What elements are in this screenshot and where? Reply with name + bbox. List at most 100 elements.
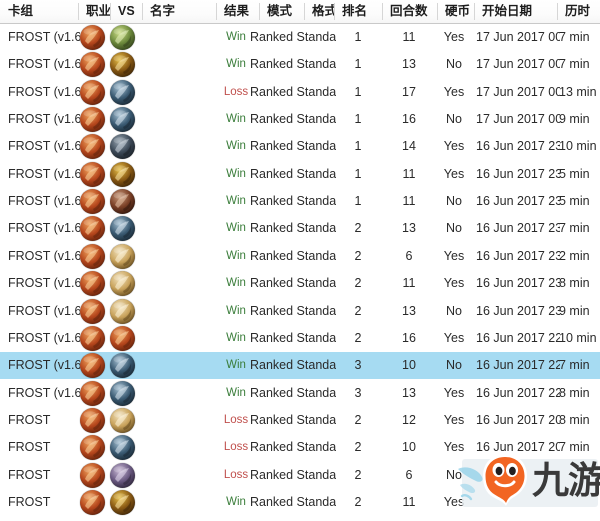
cell-rank: 1 bbox=[354, 112, 362, 127]
column-header-dur[interactable]: 历时 bbox=[557, 0, 600, 23]
cell-turns: 10 bbox=[402, 358, 416, 373]
column-divider[interactable] bbox=[78, 3, 79, 20]
table-row[interactable]: FROSTLossRanked Standard210Yes16 Jun 201… bbox=[0, 434, 600, 461]
cell-mode: Ranked Standard bbox=[250, 358, 336, 373]
cell-duration: 5 min bbox=[559, 194, 590, 209]
cell-duration: 7 min bbox=[559, 57, 590, 72]
cell-duration: 7 min bbox=[559, 440, 590, 455]
column-header-rank[interactable]: 排名 bbox=[334, 0, 382, 23]
cell-duration: 8 min bbox=[559, 412, 590, 427]
column-header-class[interactable]: 职业 bbox=[78, 0, 110, 23]
table-row[interactable]: FROST (v1.6)WinRanked Standard113No17 Ju… bbox=[0, 51, 600, 78]
player-class-icon bbox=[80, 407, 105, 433]
column-header-format[interactable]: 格式 bbox=[304, 0, 334, 23]
cell-deck: FROST (v1.6) bbox=[8, 221, 80, 236]
cell-date: 16 Jun 2017 23:50 bbox=[476, 139, 560, 154]
column-header-mode[interactable]: 模式 bbox=[259, 0, 304, 23]
cell-deck: FROST bbox=[8, 440, 51, 455]
table-row[interactable]: FROST (v1.6)WinRanked Standard111Yes16 J… bbox=[0, 161, 600, 188]
table-row[interactable]: FROST (v1.6)WinRanked Standard114Yes16 J… bbox=[0, 133, 600, 160]
column-divider[interactable] bbox=[259, 3, 260, 20]
opponent-class-icon bbox=[110, 353, 135, 379]
cell-rank: 2 bbox=[354, 412, 362, 427]
table-row[interactable]: FROST (v1.6)WinRanked Standard213No16 Ju… bbox=[0, 298, 600, 325]
cell-coin: Yes bbox=[443, 248, 465, 263]
table-body[interactable]: FROST (v1.6)WinRanked Standard111Yes17 J… bbox=[0, 24, 600, 521]
cell-date: 16 Jun 2017 22:48 bbox=[476, 358, 560, 373]
column-header-turns[interactable]: 回合数 bbox=[382, 0, 437, 23]
column-divider[interactable] bbox=[216, 3, 217, 20]
cell-rank: 2 bbox=[354, 303, 362, 318]
cell-duration: 5 min bbox=[559, 166, 590, 181]
cell-coin: No bbox=[446, 358, 462, 373]
table-row[interactable]: FROST (v1.6)WinRanked Standard111Yes17 J… bbox=[0, 24, 600, 51]
table-row[interactable]: FROST (v1.6)WinRanked Standard211Yes16 J… bbox=[0, 270, 600, 297]
table-row[interactable]: FROSTLossRanked Standard212Yes16 Jun 201… bbox=[0, 407, 600, 434]
opponent-class-icon bbox=[110, 107, 135, 133]
cell-rank: 2 bbox=[354, 248, 362, 263]
cell-rank: 1 bbox=[354, 84, 362, 99]
column-divider[interactable] bbox=[304, 3, 305, 20]
cell-mode: Ranked Standard bbox=[250, 30, 336, 44]
table-row[interactable]: FROST (v1.6)WinRanked Standard213No16 Ju… bbox=[0, 215, 600, 242]
cell-coin: Yes bbox=[443, 330, 465, 345]
opponent-class-icon bbox=[110, 407, 135, 433]
column-divider[interactable] bbox=[382, 3, 383, 20]
column-header-deck[interactable]: 卡组 bbox=[0, 0, 78, 23]
player-class-icon bbox=[80, 25, 105, 50]
opponent-class-icon bbox=[110, 25, 135, 50]
column-divider[interactable] bbox=[142, 3, 143, 20]
cell-deck: FROST (v1.6) bbox=[8, 194, 80, 209]
cell-mode: Ranked Standard bbox=[250, 139, 336, 154]
cell-turns: 11 bbox=[402, 276, 416, 291]
opponent-class-icon bbox=[110, 271, 135, 297]
cell-date: 16 Jun 2017 23:07 bbox=[476, 303, 560, 318]
table-row[interactable]: FROST (v1.6)WinRanked Standard116No17 Ju… bbox=[0, 106, 600, 133]
cell-turns: 13 bbox=[402, 385, 416, 400]
cell-rank: 3 bbox=[354, 358, 362, 373]
cell-mode: Ranked Standard bbox=[250, 57, 336, 72]
column-header-vs[interactable]: VS bbox=[110, 0, 142, 23]
cell-mode: Ranked Standard bbox=[250, 494, 336, 509]
table-row[interactable]: FROST (v1.6)WinRanked Standard111No16 Ju… bbox=[0, 188, 600, 215]
table-row[interactable]: FROSTLossRanked Standard26No bbox=[0, 462, 600, 489]
column-header-name[interactable]: 名字 bbox=[142, 0, 216, 23]
column-divider[interactable] bbox=[334, 3, 335, 20]
column-header-coin[interactable]: 硬币 bbox=[437, 0, 474, 23]
cell-rank: 1 bbox=[354, 57, 362, 72]
opponent-class-icon bbox=[110, 380, 135, 406]
cell-coin: No bbox=[446, 221, 462, 236]
cell-rank: 2 bbox=[354, 330, 362, 345]
opponent-class-icon bbox=[110, 52, 135, 78]
table-row[interactable]: FROSTWinRanked Standard211Yes bbox=[0, 489, 600, 516]
cell-rank: 2 bbox=[354, 467, 362, 482]
cell-mode: Ranked Standard bbox=[250, 276, 336, 291]
cell-turns: 13 bbox=[402, 57, 416, 72]
column-divider[interactable] bbox=[474, 3, 475, 20]
table-row[interactable]: FROST (v1.6)LossRanked Standard117Yes17 … bbox=[0, 79, 600, 106]
player-class-icon bbox=[80, 271, 105, 297]
player-class-icon bbox=[80, 298, 105, 324]
column-header-result[interactable]: 结果 bbox=[216, 0, 259, 23]
opponent-class-icon bbox=[110, 79, 135, 105]
cell-turns: 13 bbox=[402, 221, 416, 236]
cell-rank: 1 bbox=[354, 139, 362, 154]
cell-coin: Yes bbox=[443, 30, 465, 44]
cell-date: 17 Jun 2017 00:01 bbox=[476, 112, 560, 127]
column-divider[interactable] bbox=[437, 3, 438, 20]
cell-duration: 2 min bbox=[559, 248, 590, 263]
cell-duration: 7 min bbox=[559, 30, 590, 44]
column-header-date[interactable]: 开始日期 bbox=[474, 0, 557, 23]
table-row[interactable]: FROST (v1.6)WinRanked Standard216Yes16 J… bbox=[0, 325, 600, 352]
cell-rank: 2 bbox=[354, 494, 362, 509]
cell-coin: Yes bbox=[443, 494, 465, 509]
table-row[interactable]: FROST (v1.6)WinRanked Standard26Yes16 Ju… bbox=[0, 243, 600, 270]
cell-coin: Yes bbox=[443, 385, 465, 400]
table-row[interactable]: FROST (v1.6)WinRanked Standard313Yes16 J… bbox=[0, 380, 600, 407]
table-row[interactable]: FROST (v1.6)WinRanked Standard310No16 Ju… bbox=[0, 352, 600, 380]
cell-duration: 13 min bbox=[559, 84, 597, 99]
cell-deck: FROST (v1.6) bbox=[8, 358, 80, 373]
cell-coin: Yes bbox=[443, 412, 465, 427]
column-divider[interactable] bbox=[110, 3, 111, 20]
column-divider[interactable] bbox=[557, 3, 558, 20]
